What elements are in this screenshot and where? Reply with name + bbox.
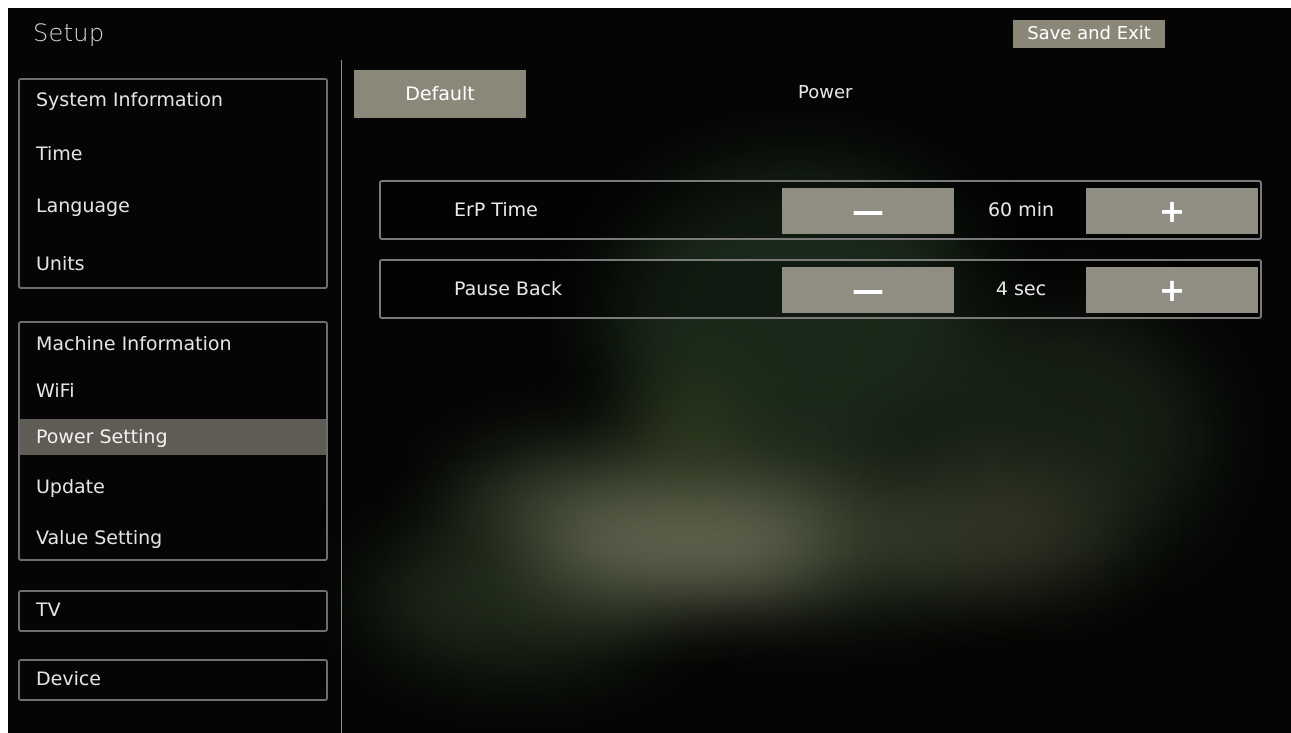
pause-back-increase-button[interactable]: +: [1086, 267, 1258, 313]
sidebar-item-language[interactable]: Language: [20, 188, 326, 224]
sidebar-item-value-setting[interactable]: Value Setting: [20, 520, 326, 556]
background-blur: [528, 498, 828, 588]
erp-time-value: 60 min: [987, 199, 1055, 221]
erp-time-decrease-button[interactable]: —: [782, 188, 954, 234]
page-title: Setup: [33, 19, 105, 47]
sidebar-item-units[interactable]: Units: [20, 246, 326, 282]
plus-icon: +: [1158, 192, 1186, 230]
sidebar-group-tv: TV: [18, 590, 328, 632]
sidebar-item-power-setting[interactable]: Power Setting: [20, 419, 326, 455]
minus-icon: —: [852, 271, 884, 309]
pause-back-value: 4 sec: [995, 278, 1047, 300]
sidebar-item-wifi[interactable]: WiFi: [20, 373, 326, 409]
default-button[interactable]: Default: [354, 70, 526, 118]
section-title: Power: [798, 82, 853, 103]
sidebar-item-update[interactable]: Update: [20, 469, 326, 505]
setting-row-erp-time: ErP Time — 60 min +: [379, 180, 1262, 240]
setting-label: Pause Back: [454, 278, 563, 300]
sidebar-item-machine-information[interactable]: Machine Information: [20, 326, 326, 362]
sidebar-group-device: Device: [18, 659, 328, 701]
erp-time-increase-button[interactable]: +: [1086, 188, 1258, 234]
setting-row-pause-back: Pause Back — 4 sec +: [379, 259, 1262, 319]
background-blur: [928, 468, 1108, 588]
plus-icon: +: [1158, 271, 1186, 309]
setting-label: ErP Time: [454, 199, 538, 221]
background-blur: [648, 388, 728, 468]
sidebar-item-time[interactable]: Time: [20, 136, 326, 172]
sidebar-item-device[interactable]: Device: [20, 661, 326, 697]
minus-icon: —: [852, 192, 884, 230]
sidebar-item-tv[interactable]: TV: [20, 592, 326, 628]
save-and-exit-button[interactable]: Save and Exit: [1013, 20, 1165, 48]
sidebar-item-system-information[interactable]: System Information: [20, 82, 326, 118]
sidebar-divider: [341, 60, 342, 733]
sidebar-group-system: System Information Time Language Units: [18, 78, 328, 289]
sidebar-group-machine: Machine Information WiFi Power Setting U…: [18, 321, 328, 561]
setup-screen: Setup Save and Exit System Information T…: [8, 8, 1291, 733]
pause-back-decrease-button[interactable]: —: [782, 267, 954, 313]
